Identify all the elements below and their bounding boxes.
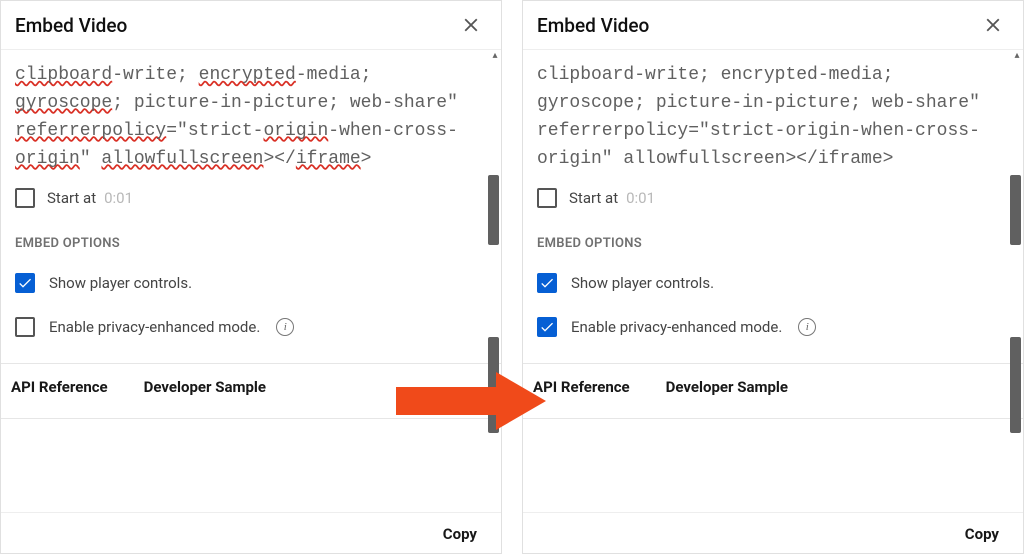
annotation-arrow-icon [396, 372, 546, 430]
show-controls-label: Show player controls. [49, 274, 192, 292]
close-icon [460, 14, 482, 36]
api-reference-link[interactable]: API Reference [11, 378, 108, 396]
privacy-mode-row: Enable privacy-enhanced mode. i [523, 311, 1023, 355]
reference-links-row: API Reference Developer Sample [523, 364, 1023, 410]
close-button[interactable] [457, 11, 485, 39]
start-at-checkbox[interactable] [537, 188, 557, 208]
privacy-mode-checkbox[interactable] [537, 317, 557, 337]
close-icon [982, 14, 1004, 36]
privacy-mode-row: Enable privacy-enhanced mode. i [1, 311, 501, 355]
copy-button[interactable]: Copy [443, 525, 477, 543]
embed-dialog-after: Embed Video ▴ clipboard-write; encrypted… [522, 0, 1024, 554]
show-controls-row: Show player controls. [1, 267, 501, 311]
start-at-text: Start at [569, 189, 618, 207]
dialog-title: Embed Video [537, 14, 649, 37]
info-icon[interactable]: i [276, 318, 294, 336]
dialog-header: Embed Video [1, 1, 501, 50]
check-icon [539, 319, 555, 335]
start-at-checkbox[interactable] [15, 188, 35, 208]
embed-dialog-before: Embed Video ▴ clipboard-write; encrypted… [0, 0, 502, 554]
copy-row: Copy [1, 512, 501, 553]
api-reference-link[interactable]: API Reference [533, 378, 630, 396]
embed-code-textarea[interactable]: clipboard-write; encrypted-media; gyrosc… [523, 50, 1023, 182]
show-controls-checkbox[interactable] [15, 273, 35, 293]
privacy-mode-checkbox[interactable] [15, 317, 35, 337]
start-at-row: Start at 0:01 [1, 182, 501, 226]
privacy-mode-label: Enable privacy-enhanced mode. [49, 318, 260, 336]
show-controls-checkbox[interactable] [537, 273, 557, 293]
privacy-mode-label: Enable privacy-enhanced mode. [571, 318, 782, 336]
embed-code-textarea[interactable]: clipboard-write; encrypted-media; gyrosc… [1, 50, 501, 182]
info-icon[interactable]: i [798, 318, 816, 336]
show-controls-row: Show player controls. [523, 267, 1023, 311]
textarea-scrollbar[interactable] [1010, 175, 1021, 245]
check-icon [539, 275, 555, 291]
embed-options-heading: EMBED OPTIONS [1, 226, 501, 267]
start-at-label: Start at 0:01 [47, 188, 133, 207]
developer-sample-link[interactable]: Developer Sample [144, 378, 266, 396]
copy-row: Copy [523, 512, 1023, 553]
start-at-text: Start at [47, 189, 96, 207]
start-at-row: Start at 0:01 [523, 182, 1023, 226]
check-icon [17, 275, 33, 291]
dialog-header: Embed Video [523, 1, 1023, 50]
start-at-time-input[interactable]: 0:01 [104, 189, 133, 207]
close-button[interactable] [979, 11, 1007, 39]
start-at-time-input[interactable]: 0:01 [626, 189, 655, 207]
copy-button[interactable]: Copy [965, 525, 999, 543]
dialog-title: Embed Video [15, 14, 127, 37]
divider [523, 418, 1023, 419]
show-controls-label: Show player controls. [571, 274, 714, 292]
embed-options-heading: EMBED OPTIONS [523, 226, 1023, 267]
start-at-label: Start at 0:01 [569, 188, 655, 207]
textarea-scrollbar[interactable] [488, 175, 499, 245]
developer-sample-link[interactable]: Developer Sample [666, 378, 788, 396]
dialog-scrollbar[interactable] [1010, 337, 1021, 433]
